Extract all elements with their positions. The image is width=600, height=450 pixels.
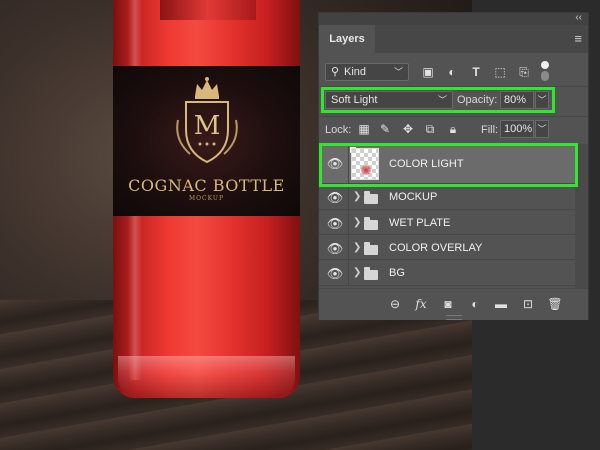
layer-name: WET PLATE <box>389 217 451 229</box>
brand-name: COGNAC BOTTLE <box>128 176 285 195</box>
add-mask-icon[interactable]: ◙ <box>440 296 456 312</box>
collapse-panel-icon[interactable]: ‹‹ <box>575 12 582 23</box>
panel-footer: ⊖ fx ◙ ◐ ▬ ⊡ 🗑︎ <box>319 288 588 320</box>
fx-icon[interactable]: fx <box>413 296 429 312</box>
adjustment-layer-icon[interactable]: ◐ <box>467 296 483 312</box>
adjustment-filter-icon[interactable]: ◐ <box>443 63 461 81</box>
layer-row-mockup[interactable]: 👁︎ ❯ MOCKUP <box>319 184 575 210</box>
highlight-box-blend <box>321 87 555 113</box>
eye-icon[interactable]: 👁︎ <box>325 266 345 281</box>
crest-shield-icon: M <box>176 101 238 164</box>
folder-icon <box>364 267 378 280</box>
eye-icon[interactable]: 👁︎ <box>325 241 345 256</box>
lock-label: Lock: <box>325 124 352 136</box>
divider <box>319 116 588 117</box>
new-group-icon[interactable]: ▬ <box>493 296 509 312</box>
shape-filter-icon[interactable]: ⬚ <box>491 63 509 81</box>
eye-icon[interactable]: 👁︎ <box>325 216 345 231</box>
layer-name: COLOR OVERLAY <box>389 242 483 254</box>
layer-name: BG <box>389 267 405 279</box>
resize-grip[interactable] <box>446 315 462 320</box>
image-filter-icon[interactable]: ▣ <box>419 63 437 81</box>
eye-icon[interactable]: 👁︎ <box>325 190 345 205</box>
bottle-label: M COGNAC BOTTLE MOCKUP <box>113 66 300 216</box>
fill-input[interactable]: 100% <box>500 120 534 138</box>
filter-kind-label: Kind <box>344 66 367 78</box>
fill-label: Fill: <box>481 124 499 136</box>
smart-object-filter-icon[interactable]: ⎘ <box>515 63 533 81</box>
fill-dropdown-button[interactable]: ﹀ <box>535 120 549 138</box>
layer-row-color-overlay[interactable]: 👁︎ ❯ COLOR OVERLAY <box>319 235 575 260</box>
tab-layers[interactable]: Layers <box>319 25 375 53</box>
folder-icon <box>364 217 378 230</box>
tab-bar <box>375 25 588 53</box>
lock-position-icon[interactable]: ✥ <box>399 120 417 138</box>
layers-panel: ‹‹ Layers ≡ ⚲ Kind ﹀ ▣ ◐ T ⬚ ⎘ Soft Ligh… <box>318 12 589 320</box>
bottle-neck <box>160 0 256 20</box>
bottle-base <box>118 356 295 398</box>
delete-icon[interactable]: 🗑︎ <box>547 296 563 312</box>
layer-name: MOCKUP <box>389 191 438 203</box>
layer-row-bg[interactable]: 👁︎ ❯ BG <box>319 260 575 286</box>
chevron-down-icon: ﹀ <box>393 67 403 77</box>
filter-kind-select[interactable]: ⚲ Kind ﹀ <box>325 63 409 81</box>
layer-row-wet-plate[interactable]: 👁︎ ❯ WET PLATE <box>319 210 575 235</box>
expand-caret-icon[interactable]: ❯ <box>353 267 361 278</box>
lock-artboard-icon[interactable]: ⧉ <box>421 120 439 138</box>
monogram: M <box>194 111 221 141</box>
expand-caret-icon[interactable]: ❯ <box>353 242 361 253</box>
folder-icon <box>364 242 378 255</box>
highlight-box-layer <box>319 143 578 187</box>
expand-caret-icon[interactable]: ❯ <box>353 217 361 228</box>
type-filter-icon[interactable]: T <box>467 63 485 81</box>
search-icon: ⚲ <box>331 66 340 78</box>
panel-menu-icon[interactable]: ≡ <box>574 31 582 46</box>
folder-icon <box>364 191 378 204</box>
brand-subtitle: MOCKUP <box>188 195 224 202</box>
expand-caret-icon[interactable]: ❯ <box>353 191 361 202</box>
panel-title-bar[interactable]: ‹‹ <box>319 12 588 25</box>
new-layer-icon[interactable]: ⊡ <box>520 296 536 312</box>
lock-all-icon[interactable]: 🔒︎ <box>444 120 462 138</box>
lock-paint-icon[interactable]: ✎ <box>376 120 394 138</box>
link-layers-icon[interactable]: ⊖ <box>387 296 403 312</box>
filter-toggle[interactable] <box>540 61 550 81</box>
lock-transparency-icon[interactable]: ▦ <box>355 120 373 138</box>
